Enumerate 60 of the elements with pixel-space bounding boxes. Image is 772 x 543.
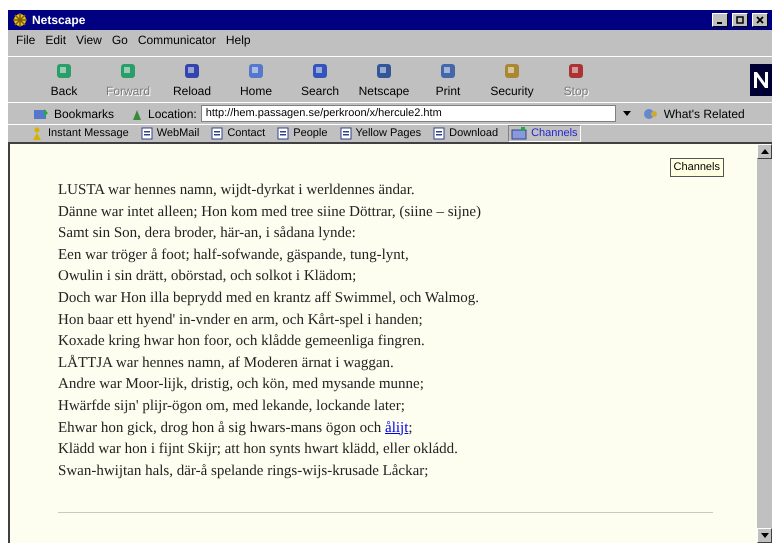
toolbar-button[interactable]: Reload [160,60,224,100]
poem-line: Doch war Hon illa beprydd med en krantz aff Swimmel, och Walmog. [58,288,480,308]
menu-item[interactable]: View [76,31,102,49]
poem-line: Hon baar ett hyend' in-vnder en arm, och Kårt-spel i handen; [58,310,424,330]
minimize-button[interactable] [712,13,728,27]
close-icon [756,16,764,24]
netscape-logo [750,64,772,96]
poem-line: LÅTTJA war hennes namn, af Moderen ärnat i waggan. [58,354,395,373]
window-title: Netscape [32,12,86,29]
personal-toolbar-button[interactable]: Channels [508,125,581,142]
maximize-button[interactable] [732,13,748,27]
page-icon [340,127,352,140]
personal-toolbar-button[interactable]: WebMail [138,125,202,142]
personal-toolbar-button[interactable]: Instant Message [28,125,131,142]
poem-line: Ehwar hon gick, drog hon å sig hwars-mans ögon och ålijt; [58,418,414,438]
url-field[interactable]: http://hem.passagen.se/perkroon/x/hercule2.htm [200,105,616,122]
menu-item[interactable]: Edit [45,31,66,49]
menu-item[interactable]: File [16,31,36,49]
person-icon [30,126,44,140]
toolbar-button[interactable]: Home [224,60,288,100]
menu-item[interactable]: Communicator [138,31,216,49]
menu-item[interactable]: Help [226,31,251,49]
page-icon [277,127,290,140]
link[interactable]: ålijt [385,420,408,436]
personal-toolbar-button[interactable]: Contact [209,125,268,142]
bookmarks-button[interactable]: Bookmarks [54,104,114,122]
tooltip: Channels [670,158,724,176]
personal-toolbar-button[interactable]: People [275,125,330,142]
page-icon [211,127,224,140]
toolbar-button[interactable]: Back [32,60,96,100]
toolbar-button[interactable]: Print [416,60,480,100]
personal-toolbar-button[interactable]: Yellow Pages [338,125,424,142]
poem-line: Samt sin Son, dera broder, här-an, i sådana lynde: [58,224,357,244]
poem-line: Dänne war intet alleen; Hon kom med tree siine Döttrar, (siine – sijne) [58,202,482,222]
down-arrow-icon [760,533,768,538]
maximize-icon [736,16,744,24]
app-icon [12,12,28,28]
personal-toolbar-button[interactable]: Download [431,125,500,142]
poem-line: Swan-hwijtan hals, där-å spelande rings-wijs-krusade Låckar; [58,462,430,481]
folder-icon [511,127,528,140]
poem-line: Owulin i sin drätt, obörstad, och solkot i Klädom; [58,267,358,286]
caret-icon [622,111,631,116]
whats-related-button[interactable]: What's Related [664,104,745,122]
page-icon [433,127,446,140]
toolbar-button[interactable]: Security [480,60,544,100]
page-icon [140,127,153,140]
poem-line: Hwärfde sijn' plijr-ögon om, med lekande, lockande later; [58,396,406,416]
menu-item[interactable]: Go [112,31,128,49]
poem-line: Andre war Moor-lijk, dristig, och kön, med mysande munne; [58,375,425,394]
scrollbar[interactable] [757,144,772,543]
toolbar-button[interactable]: Netscape [352,60,416,100]
poem-line: Klädd war hon i fijnt Skijr; att hon synts hwart klädd, eller okládd. [58,440,459,460]
toolbar-button[interactable]: Search [288,60,352,100]
location-label: Location: [148,106,197,122]
up-arrow-icon [760,149,768,154]
poem-line: LUSTA war hennes namn, wijdt-dyrkat i werldennes ändar. [58,181,416,200]
bookmarks-icon [32,106,50,120]
poem-line: Een war tröger å foot; half-sofwande, gäspande, tung-lynt, [58,246,410,265]
poem-line: Koxade kring hwar hon foor, och klådde gemeenliga fingren. [58,332,426,352]
close-button[interactable] [752,13,768,27]
